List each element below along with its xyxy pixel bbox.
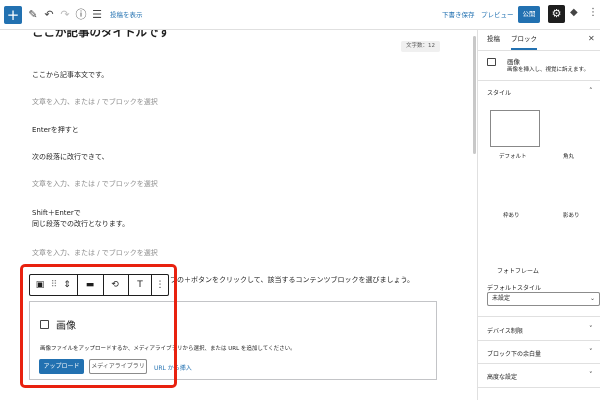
tab-post[interactable]: 投稿 (487, 30, 500, 50)
style-default-preview[interactable] (490, 110, 540, 147)
chevron-down-icon[interactable]: ˅ (589, 371, 593, 379)
style-photo-frame-label[interactable]: フォトフレーム (497, 266, 539, 275)
settings-icon[interactable]: ⚙ (548, 5, 565, 23)
block-inserter-button[interactable]: + (4, 6, 22, 24)
image-icon (487, 58, 496, 66)
style-rounded-label[interactable]: 角丸 (563, 152, 574, 160)
paragraph-block[interactable]: 同じ段落での改行となります。 (32, 219, 129, 230)
style-default-label[interactable]: デフォルト (499, 152, 527, 160)
top-toolbar: + ✎ ↶ ↷ ⓘ ☰ 投稿を表示 下書き保存 プレビュー 公開 ⚙ ◆ ⋮ (0, 0, 600, 30)
styles-panel-title[interactable]: スタイル (487, 88, 511, 97)
divider (478, 50, 600, 51)
panel-advanced[interactable]: 高度な設定 (487, 372, 517, 381)
panel-block-margin[interactable]: ブロック下の余白量 (487, 349, 541, 358)
divider (478, 80, 600, 81)
redo-icon[interactable]: ↷ (58, 7, 72, 23)
info-icon[interactable]: ⓘ (74, 7, 88, 23)
close-icon[interactable]: ✕ (588, 34, 595, 43)
list-view-icon[interactable]: ☰ (90, 7, 104, 23)
plugin-icon[interactable]: ◆ (570, 7, 578, 18)
undo-icon[interactable]: ↶ (42, 7, 56, 23)
divider (478, 316, 600, 317)
block-description: 画像を挿入し、視覚に訴えます。 (507, 67, 589, 73)
default-style-select[interactable]: 未設定 ⌄ (487, 292, 600, 306)
post-title[interactable]: ここが記事のタイトルです (32, 30, 170, 40)
chevron-up-icon[interactable]: ˄ (589, 87, 593, 95)
settings-sidebar: 投稿 ブロック ✕ 画像 画像を挿入し、視覚に訴えます。 スタイル ˄ デフォル… (477, 30, 600, 400)
more-options-icon[interactable]: ⋮ (588, 7, 598, 18)
style-shadow-label[interactable]: 影あり (563, 211, 580, 219)
chevron-down-icon[interactable]: ˅ (589, 348, 593, 356)
paragraph-placeholder[interactable]: 文章を入力、または / でブロックを選択 (32, 97, 158, 108)
save-draft-button[interactable]: 下書き保存 (442, 9, 475, 19)
tab-block[interactable]: ブロック (511, 30, 537, 50)
paragraph-block[interactable]: ブの＋ボタンをクリックして、該当するコンテンツブロックを選びましょう。 (170, 275, 414, 286)
chevron-down-icon: ⌄ (590, 295, 596, 302)
style-frame-label[interactable]: 枠あり (503, 211, 520, 219)
paragraph-placeholder[interactable]: 文章を入力、または / でブロックを選択 (32, 179, 158, 190)
divider (478, 363, 600, 364)
word-count-badge: 文字数：12 (401, 41, 440, 52)
paragraph-placeholder[interactable]: 文章を入力、または / でブロックを選択 (32, 248, 158, 259)
paragraph-block[interactable]: Shift＋Enterで (32, 208, 81, 219)
editor-scrollbar[interactable] (473, 36, 476, 154)
divider (478, 340, 600, 341)
paragraph-block[interactable]: Enterを押すと (32, 125, 79, 136)
preview-button[interactable]: プレビュー (481, 9, 514, 19)
default-style-value: 未設定 (492, 295, 511, 302)
publish-button[interactable]: 公開 (518, 6, 540, 23)
paragraph-block[interactable]: 次の段落に改行できて、 (32, 152, 109, 163)
default-style-label: デフォルトスタイル (487, 285, 542, 292)
highlight-annotation (20, 264, 177, 388)
chevron-down-icon[interactable]: ˅ (589, 325, 593, 333)
panel-device-restriction[interactable]: デバイス制限 (487, 326, 523, 335)
edit-icon[interactable]: ✎ (26, 7, 40, 23)
editor-canvas: ここが記事のタイトルです 文字数：12 ここから記事本文です。 文章を入力、また… (0, 30, 472, 400)
paragraph-block[interactable]: ここから記事本文です。 (32, 70, 108, 81)
divider (478, 387, 600, 388)
show-post-link[interactable]: 投稿を表示 (110, 9, 143, 19)
